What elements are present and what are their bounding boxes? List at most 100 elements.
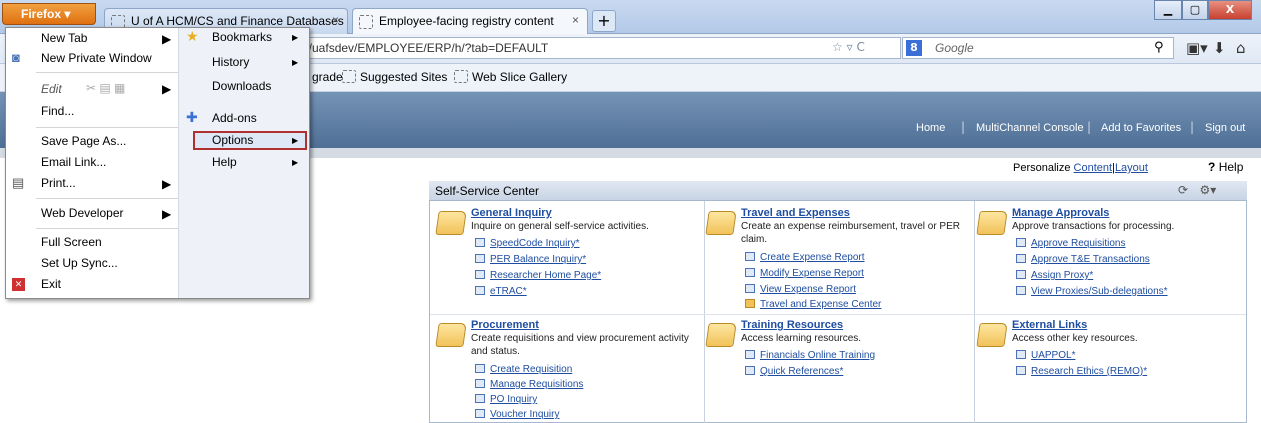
section-manage-approvals: Manage Approvals Approve transactions fo… — [976, 207, 1250, 307]
home-icon[interactable]: ⌂ — [1236, 39, 1246, 57]
link-assign-proxy[interactable]: Assign Proxy* — [1016, 270, 1093, 281]
menu-help[interactable]: Help — [212, 152, 237, 172]
link-quick-references[interactable]: Quick References* — [745, 366, 843, 377]
link-uappol[interactable]: UAPPOL* — [1016, 350, 1075, 361]
link-po-inquiry[interactable]: PO Inquiry — [475, 394, 537, 405]
page-link-icon — [475, 254, 485, 263]
link-create-expense-report[interactable]: Create Expense Report — [745, 252, 865, 263]
sign-out-link[interactable]: Sign out — [1205, 122, 1245, 134]
star-icon[interactable]: ☆ — [832, 40, 843, 54]
section-title[interactable]: Procurement — [471, 319, 539, 331]
section-title[interactable]: Manage Approvals — [1012, 207, 1109, 219]
link-researcher-home[interactable]: Researcher Home Page* — [475, 270, 601, 281]
link-view-expense-report[interactable]: View Expense Report — [745, 284, 856, 295]
link-modify-expense-report[interactable]: Modify Expense Report — [745, 268, 864, 279]
menu-edit[interactable]: Edit — [41, 79, 62, 99]
page-link-icon — [745, 284, 755, 293]
menu-history[interactable]: History — [212, 52, 249, 72]
page-link-icon — [1016, 238, 1026, 247]
menu-label: Options — [212, 133, 254, 147]
close-tab-icon[interactable]: × — [332, 13, 339, 27]
menu-new-private-window[interactable]: New Private Window — [41, 48, 152, 68]
link-financials-online-training[interactable]: Financials Online Training — [745, 350, 875, 361]
panel-title: Self-Service Center — [429, 181, 1247, 201]
home-link[interactable]: Home — [916, 122, 945, 134]
section-external-links: External Links Access other key resource… — [976, 319, 1250, 379]
page-icon — [342, 70, 356, 83]
link-approve-requisitions[interactable]: Approve Requisitions — [1016, 238, 1126, 249]
bookmark-star-icon: ★ — [186, 29, 199, 45]
page-link-icon — [475, 394, 485, 403]
menu-web-developer[interactable]: Web Developer — [41, 203, 124, 223]
reload-icon[interactable]: C — [856, 40, 864, 54]
search-input[interactable]: Google — [902, 37, 1174, 59]
link-view-proxies[interactable]: View Proxies/Sub-delegations* — [1016, 286, 1168, 297]
page-link-icon — [1016, 350, 1026, 359]
link-create-requisition[interactable]: Create Requisition — [475, 364, 572, 375]
section-title[interactable]: External Links — [1012, 319, 1087, 331]
url-input[interactable]: p/uafsdev/EMPLOYEE/ERP/h/?tab=DEFAULT — [295, 37, 901, 59]
page-link-icon — [475, 270, 485, 279]
link-voucher-inquiry[interactable]: Voucher Inquiry — [475, 409, 560, 420]
firefox-menu-button[interactable]: Firefox ▾ — [2, 3, 96, 25]
menu-set-up-sync[interactable]: Set Up Sync... — [41, 253, 118, 273]
link-label: Modify Expense Report — [760, 268, 864, 279]
panel-controls[interactable]: ⟳ ⚙▾ — [1178, 183, 1216, 197]
close-window-button[interactable]: X — [1208, 0, 1252, 20]
maximize-button[interactable]: ▢ — [1182, 0, 1208, 20]
menu-full-screen[interactable]: Full Screen — [41, 232, 102, 252]
download-icon[interactable]: ⬇ — [1213, 39, 1226, 57]
personalize-content-link[interactable]: Content — [1074, 162, 1113, 174]
menu-email-link[interactable]: Email Link... — [41, 152, 106, 172]
close-tab-icon[interactable]: × — [572, 13, 579, 27]
section-title[interactable]: Training Resources — [741, 319, 843, 331]
bookmark-upgrade[interactable]: grade — [312, 70, 343, 84]
page-link-icon — [745, 252, 755, 261]
bookmark-suggested-sites[interactable]: Suggested Sites — [342, 70, 447, 84]
help-link[interactable]: ? Help — [1208, 160, 1243, 174]
link-speedcode-inquiry[interactable]: SpeedCode Inquiry* — [475, 238, 580, 249]
folder-icon — [976, 323, 1008, 347]
link-approve-te-transactions[interactable]: Approve T&E Transactions — [1016, 254, 1150, 265]
folder-icon — [705, 211, 737, 235]
menu-downloads[interactable]: Downloads — [212, 76, 271, 96]
dropdown-icon[interactable]: ▿ — [847, 40, 853, 54]
link-travel-expense-center[interactable]: Travel and Expense Center — [745, 299, 881, 310]
menu-save-page-as[interactable]: Save Page As... — [41, 131, 126, 151]
divider: | — [1190, 120, 1195, 134]
tab-employee-registry[interactable]: Employee-facing registry content × — [352, 8, 588, 34]
personalize-layout-link[interactable]: Layout — [1115, 162, 1148, 174]
page-link-icon — [1016, 366, 1026, 375]
link-per-balance-inquiry[interactable]: PER Balance Inquiry* — [475, 254, 586, 265]
url-actions[interactable]: ☆ ▿ C — [832, 40, 865, 54]
menu-add-ons[interactable]: Add-ons — [212, 108, 257, 128]
menu-find[interactable]: Find... — [41, 101, 74, 121]
menu-divider — [36, 72, 178, 73]
section-title[interactable]: General Inquiry — [471, 207, 552, 219]
link-etrac[interactable]: eTRAC* — [475, 286, 527, 297]
menu-divider — [36, 127, 178, 128]
search-icon[interactable]: ⚲ — [1154, 40, 1164, 55]
minimize-button[interactable]: ▁ — [1154, 0, 1182, 20]
menu-options[interactable]: Options — [212, 130, 253, 150]
new-tab-button[interactable]: + — [592, 10, 616, 32]
add-to-favorites-link[interactable]: Add to Favorites — [1101, 122, 1181, 134]
link-research-ethics-remo[interactable]: Research Ethics (REMO)* — [1016, 366, 1147, 377]
multichannel-console-link[interactable]: MultiChannel Console — [976, 122, 1084, 134]
link-label: Create Requisition — [490, 364, 573, 375]
section-title[interactable]: Travel and Expenses — [741, 207, 850, 219]
menu-label: History — [212, 55, 250, 69]
google-search-engine-icon[interactable]: 8 — [906, 40, 922, 56]
tab-title: Employee-facing registry content — [379, 14, 554, 28]
menu-bookmarks[interactable]: Bookmarks — [212, 27, 272, 47]
link-manage-requisitions[interactable]: Manage Requisitions — [475, 379, 583, 390]
menu-exit[interactable]: Exit — [41, 274, 61, 294]
bookmarks-menu-icon[interactable]: ▣▾ — [1186, 39, 1208, 57]
menu-new-tab[interactable]: New Tab — [41, 28, 87, 48]
refresh-icon[interactable]: ⟳ — [1178, 183, 1188, 197]
settings-icon[interactable]: ⚙▾ — [1200, 183, 1217, 197]
folder-link-icon — [745, 299, 755, 308]
bookmark-web-slice-gallery[interactable]: Web Slice Gallery — [454, 70, 567, 84]
link-label: UAPPOL* — [1031, 350, 1076, 361]
menu-print[interactable]: Print... — [41, 173, 76, 193]
